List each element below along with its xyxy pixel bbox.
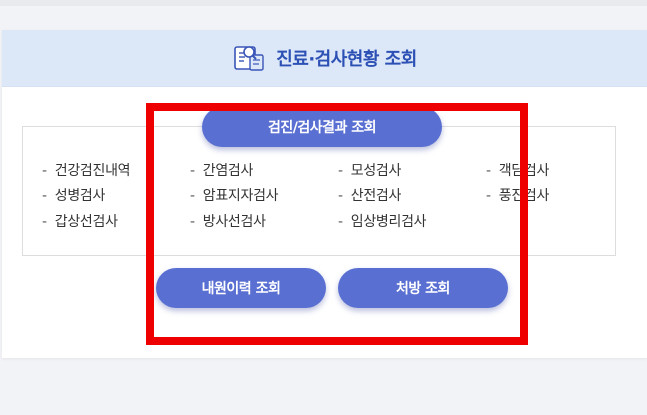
page: 진료·검사현황 조회 검진/검사결과 조회 - 건강검진내역 - 간염검사 - 모성검… (0, 0, 647, 415)
list-item[interactable]: - 간염검사 (190, 160, 253, 180)
card-header: 진료·검사현황 조회 (2, 30, 647, 87)
document-search-icon (232, 43, 266, 73)
list-item[interactable]: - 임상병리검사 (338, 211, 427, 231)
visit-history-button[interactable]: 내원이력 조회 (156, 268, 326, 308)
list-item[interactable]: - 객담검사 (486, 160, 549, 180)
list-item[interactable]: - 모성검사 (338, 160, 401, 180)
results-inquiry-button[interactable]: 검진/검사결과 조회 (202, 107, 442, 147)
list-item[interactable]: - 풍진검사 (486, 185, 549, 205)
list-item[interactable]: - 방사선검사 (190, 211, 266, 231)
list-item[interactable]: - 산전검사 (338, 185, 401, 205)
top-strip (0, 0, 647, 6)
prescription-button[interactable]: 처방 조회 (338, 268, 508, 308)
list-item[interactable]: - 갑상선검사 (42, 211, 118, 231)
list-item[interactable]: - 건강검진내역 (42, 160, 131, 180)
list-item[interactable]: - 암표지자검사 (190, 185, 279, 205)
card-title: 진료·검사현황 조회 (276, 49, 417, 70)
inquiry-card: 진료·검사현황 조회 검진/검사결과 조회 - 건강검진내역 - 간염검사 - 모성검… (2, 30, 647, 358)
list-item[interactable]: - 성병검사 (42, 185, 105, 205)
